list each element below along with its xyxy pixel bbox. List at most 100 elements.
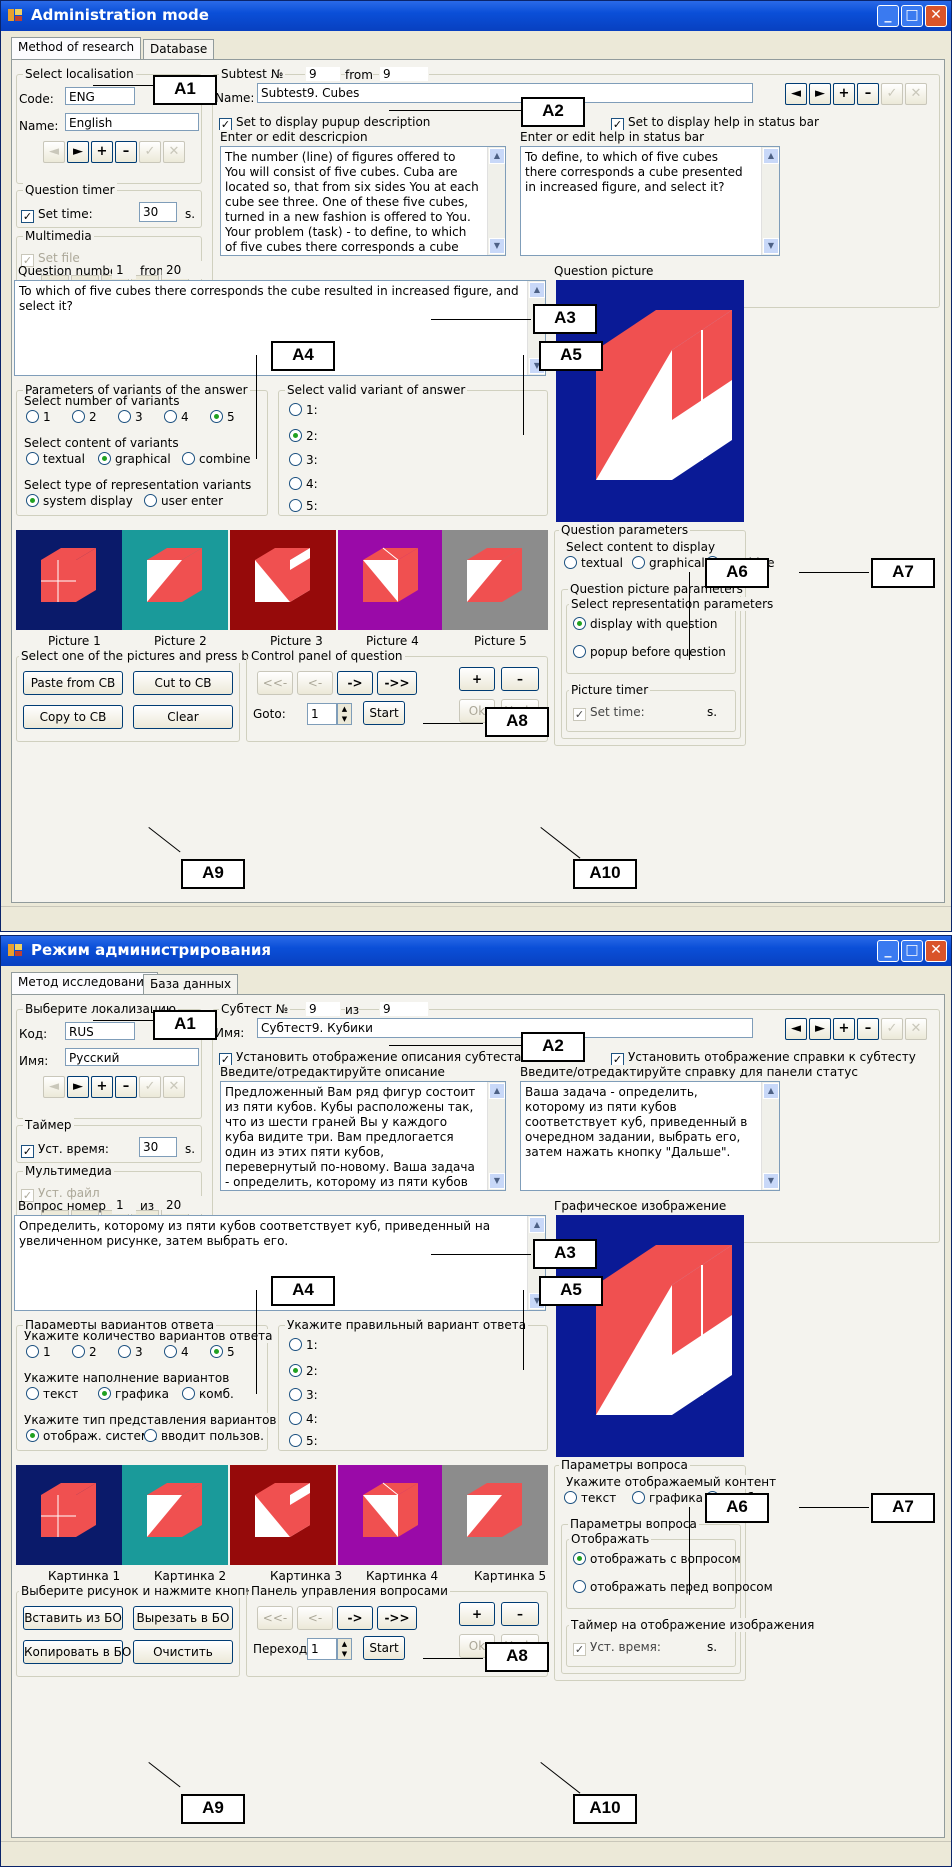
- question-from-value[interactable]: 20: [162, 1196, 202, 1214]
- loc-cancel-button[interactable]: ✕: [163, 1076, 185, 1098]
- description-scrollbar[interactable]: ▲ ▼: [487, 1082, 505, 1190]
- subtest-from-value[interactable]: 9: [379, 66, 429, 82]
- num-variants-radio-2[interactable]: 2: [72, 1345, 97, 1359]
- set-time-checkbox[interactable]: ✓ Set time:: [21, 207, 93, 223]
- repr-radio-system[interactable]: отображ. система: [26, 1429, 157, 1443]
- loc-prev-button[interactable]: ◄: [43, 141, 65, 163]
- paste-button[interactable]: Вставить из БО: [23, 1606, 123, 1630]
- num-variants-radio-1[interactable]: 1: [26, 410, 51, 424]
- valid-radio-3[interactable]: 3:: [289, 453, 318, 467]
- qcontent-radio-textual[interactable]: текст: [564, 1491, 616, 1505]
- valid-radio-2[interactable]: 2:: [289, 429, 318, 443]
- num-variants-radio-3[interactable]: 3: [118, 1345, 143, 1359]
- maximize-button[interactable]: □: [901, 940, 923, 962]
- set-time-checkbox[interactable]: ✓ Уст. время:: [21, 1142, 109, 1158]
- name-input[interactable]: English: [65, 113, 199, 131]
- description-textarea[interactable]: The number (line) of figures offered to …: [220, 146, 506, 256]
- picture-2[interactable]: [122, 1465, 228, 1565]
- cut-button[interactable]: Cut to CB: [133, 671, 233, 695]
- qcontent-radio-graphical[interactable]: graphical: [632, 556, 705, 570]
- loc-cancel-button[interactable]: ✕: [163, 141, 185, 163]
- delete-question-button[interactable]: –: [501, 667, 539, 691]
- picture-4[interactable]: [338, 530, 444, 630]
- maximize-button[interactable]: □: [901, 5, 923, 27]
- last-question-button[interactable]: ->>: [377, 1606, 417, 1630]
- add-question-button[interactable]: +: [459, 1602, 495, 1626]
- display-with-question-radio[interactable]: display with question: [573, 617, 718, 631]
- description-textarea[interactable]: Предложенный Вам ряд фигур состоит из пя…: [220, 1081, 506, 1191]
- subtest-next-button[interactable]: ►: [809, 1018, 831, 1040]
- num-variants-radio-4[interactable]: 4: [164, 410, 189, 424]
- question-number[interactable]: 1: [112, 1196, 136, 1214]
- help-textarea[interactable]: Ваша задача - определить, которому из пя…: [520, 1081, 780, 1191]
- minimize-button[interactable]: _: [877, 940, 899, 962]
- subtest-cancel-button[interactable]: ✕: [905, 83, 927, 105]
- display-with-question-radio[interactable]: отображать с вопросом: [573, 1552, 741, 1566]
- valid-radio-5[interactable]: 5:: [289, 499, 318, 513]
- last-question-button[interactable]: ->>: [377, 671, 417, 695]
- subtest-add-button[interactable]: +: [833, 1018, 855, 1040]
- code-input[interactable]: RUS: [65, 1022, 135, 1040]
- clear-button[interactable]: Clear: [133, 705, 233, 729]
- loc-add-button[interactable]: +: [91, 1076, 113, 1098]
- picture-4[interactable]: [338, 1465, 444, 1565]
- name-input[interactable]: Русский: [65, 1048, 199, 1066]
- timer-input[interactable]: 30: [139, 1137, 177, 1157]
- subtest-prev-button[interactable]: ◄: [785, 83, 807, 105]
- valid-radio-5[interactable]: 5:: [289, 1434, 318, 1448]
- subtest-from-value[interactable]: 9: [379, 1001, 429, 1017]
- loc-delete-button[interactable]: –: [115, 1076, 137, 1098]
- popup-before-radio[interactable]: отображать перед вопросом: [573, 1580, 773, 1594]
- loc-next-button[interactable]: ►: [67, 1076, 89, 1098]
- content-radio-combine[interactable]: комб.: [182, 1387, 234, 1401]
- first-question-button[interactable]: <<-: [257, 671, 293, 695]
- valid-radio-1[interactable]: 1:: [289, 403, 318, 417]
- prev-question-button[interactable]: <-: [297, 671, 333, 695]
- prev-question-button[interactable]: <-: [297, 1606, 333, 1630]
- picture-5[interactable]: [442, 1465, 548, 1565]
- repr-radio-user[interactable]: user enter: [144, 494, 223, 508]
- subtest-ok-button[interactable]: ✓: [881, 83, 903, 105]
- subtest-ok-button[interactable]: ✓: [881, 1018, 903, 1040]
- loc-ok-button[interactable]: ✓: [139, 1076, 161, 1098]
- valid-radio-1[interactable]: 1:: [289, 1338, 318, 1352]
- help-checkbox[interactable]: ✓ Set to display help in status bar: [611, 115, 819, 131]
- goto-spinner[interactable]: ▲ ▼: [337, 1638, 352, 1660]
- copy-button[interactable]: Копировать в БО: [23, 1640, 131, 1664]
- close-button[interactable]: ✕: [925, 940, 947, 962]
- num-variants-radio-1[interactable]: 1: [26, 1345, 51, 1359]
- popup-checkbox[interactable]: ✓ Set to display pupup description: [219, 115, 430, 131]
- repr-radio-user[interactable]: вводит пользов.: [144, 1429, 264, 1443]
- delete-question-button[interactable]: –: [501, 1602, 539, 1626]
- description-scrollbar[interactable]: ▲ ▼: [487, 147, 505, 255]
- help-scrollbar[interactable]: ▲ ▼: [761, 1082, 779, 1190]
- close-button[interactable]: ✕: [925, 5, 947, 27]
- tab-database[interactable]: Database: [143, 39, 215, 59]
- loc-ok-button[interactable]: ✓: [139, 141, 161, 163]
- valid-radio-3[interactable]: 3:: [289, 1388, 318, 1402]
- subtest-delete-button[interactable]: –: [857, 83, 879, 105]
- num-variants-radio-5[interactable]: 5: [210, 410, 235, 424]
- valid-radio-2[interactable]: 2:: [289, 1364, 318, 1378]
- content-radio-graphical[interactable]: graphical: [98, 452, 171, 466]
- help-checkbox[interactable]: ✓ Установить отображение справки к субтес…: [611, 1050, 916, 1066]
- loc-next-button[interactable]: ►: [67, 141, 89, 163]
- popup-checkbox[interactable]: ✓ Установить отображение описания субтест…: [219, 1050, 521, 1066]
- valid-radio-4[interactable]: 4:: [289, 1412, 318, 1426]
- subtest-name-input[interactable]: Субтест9. Кубики: [257, 1018, 753, 1038]
- picture-3[interactable]: [230, 1465, 336, 1565]
- start-button[interactable]: Start: [363, 701, 405, 725]
- loc-add-button[interactable]: +: [91, 141, 113, 163]
- tab-database[interactable]: База данных: [143, 974, 239, 994]
- first-question-button[interactable]: <<-: [257, 1606, 293, 1630]
- subtest-next-button[interactable]: ►: [809, 83, 831, 105]
- subtest-delete-button[interactable]: –: [857, 1018, 879, 1040]
- loc-prev-button[interactable]: ◄: [43, 1076, 65, 1098]
- num-variants-radio-2[interactable]: 2: [72, 410, 97, 424]
- tab-method[interactable]: Method of research: [11, 37, 142, 60]
- tab-method[interactable]: Метод исследования: [11, 972, 159, 995]
- question-number[interactable]: 1: [112, 261, 136, 279]
- question-from-value[interactable]: 20: [162, 261, 202, 279]
- repr-radio-system[interactable]: system display: [26, 494, 133, 508]
- add-question-button[interactable]: +: [459, 667, 495, 691]
